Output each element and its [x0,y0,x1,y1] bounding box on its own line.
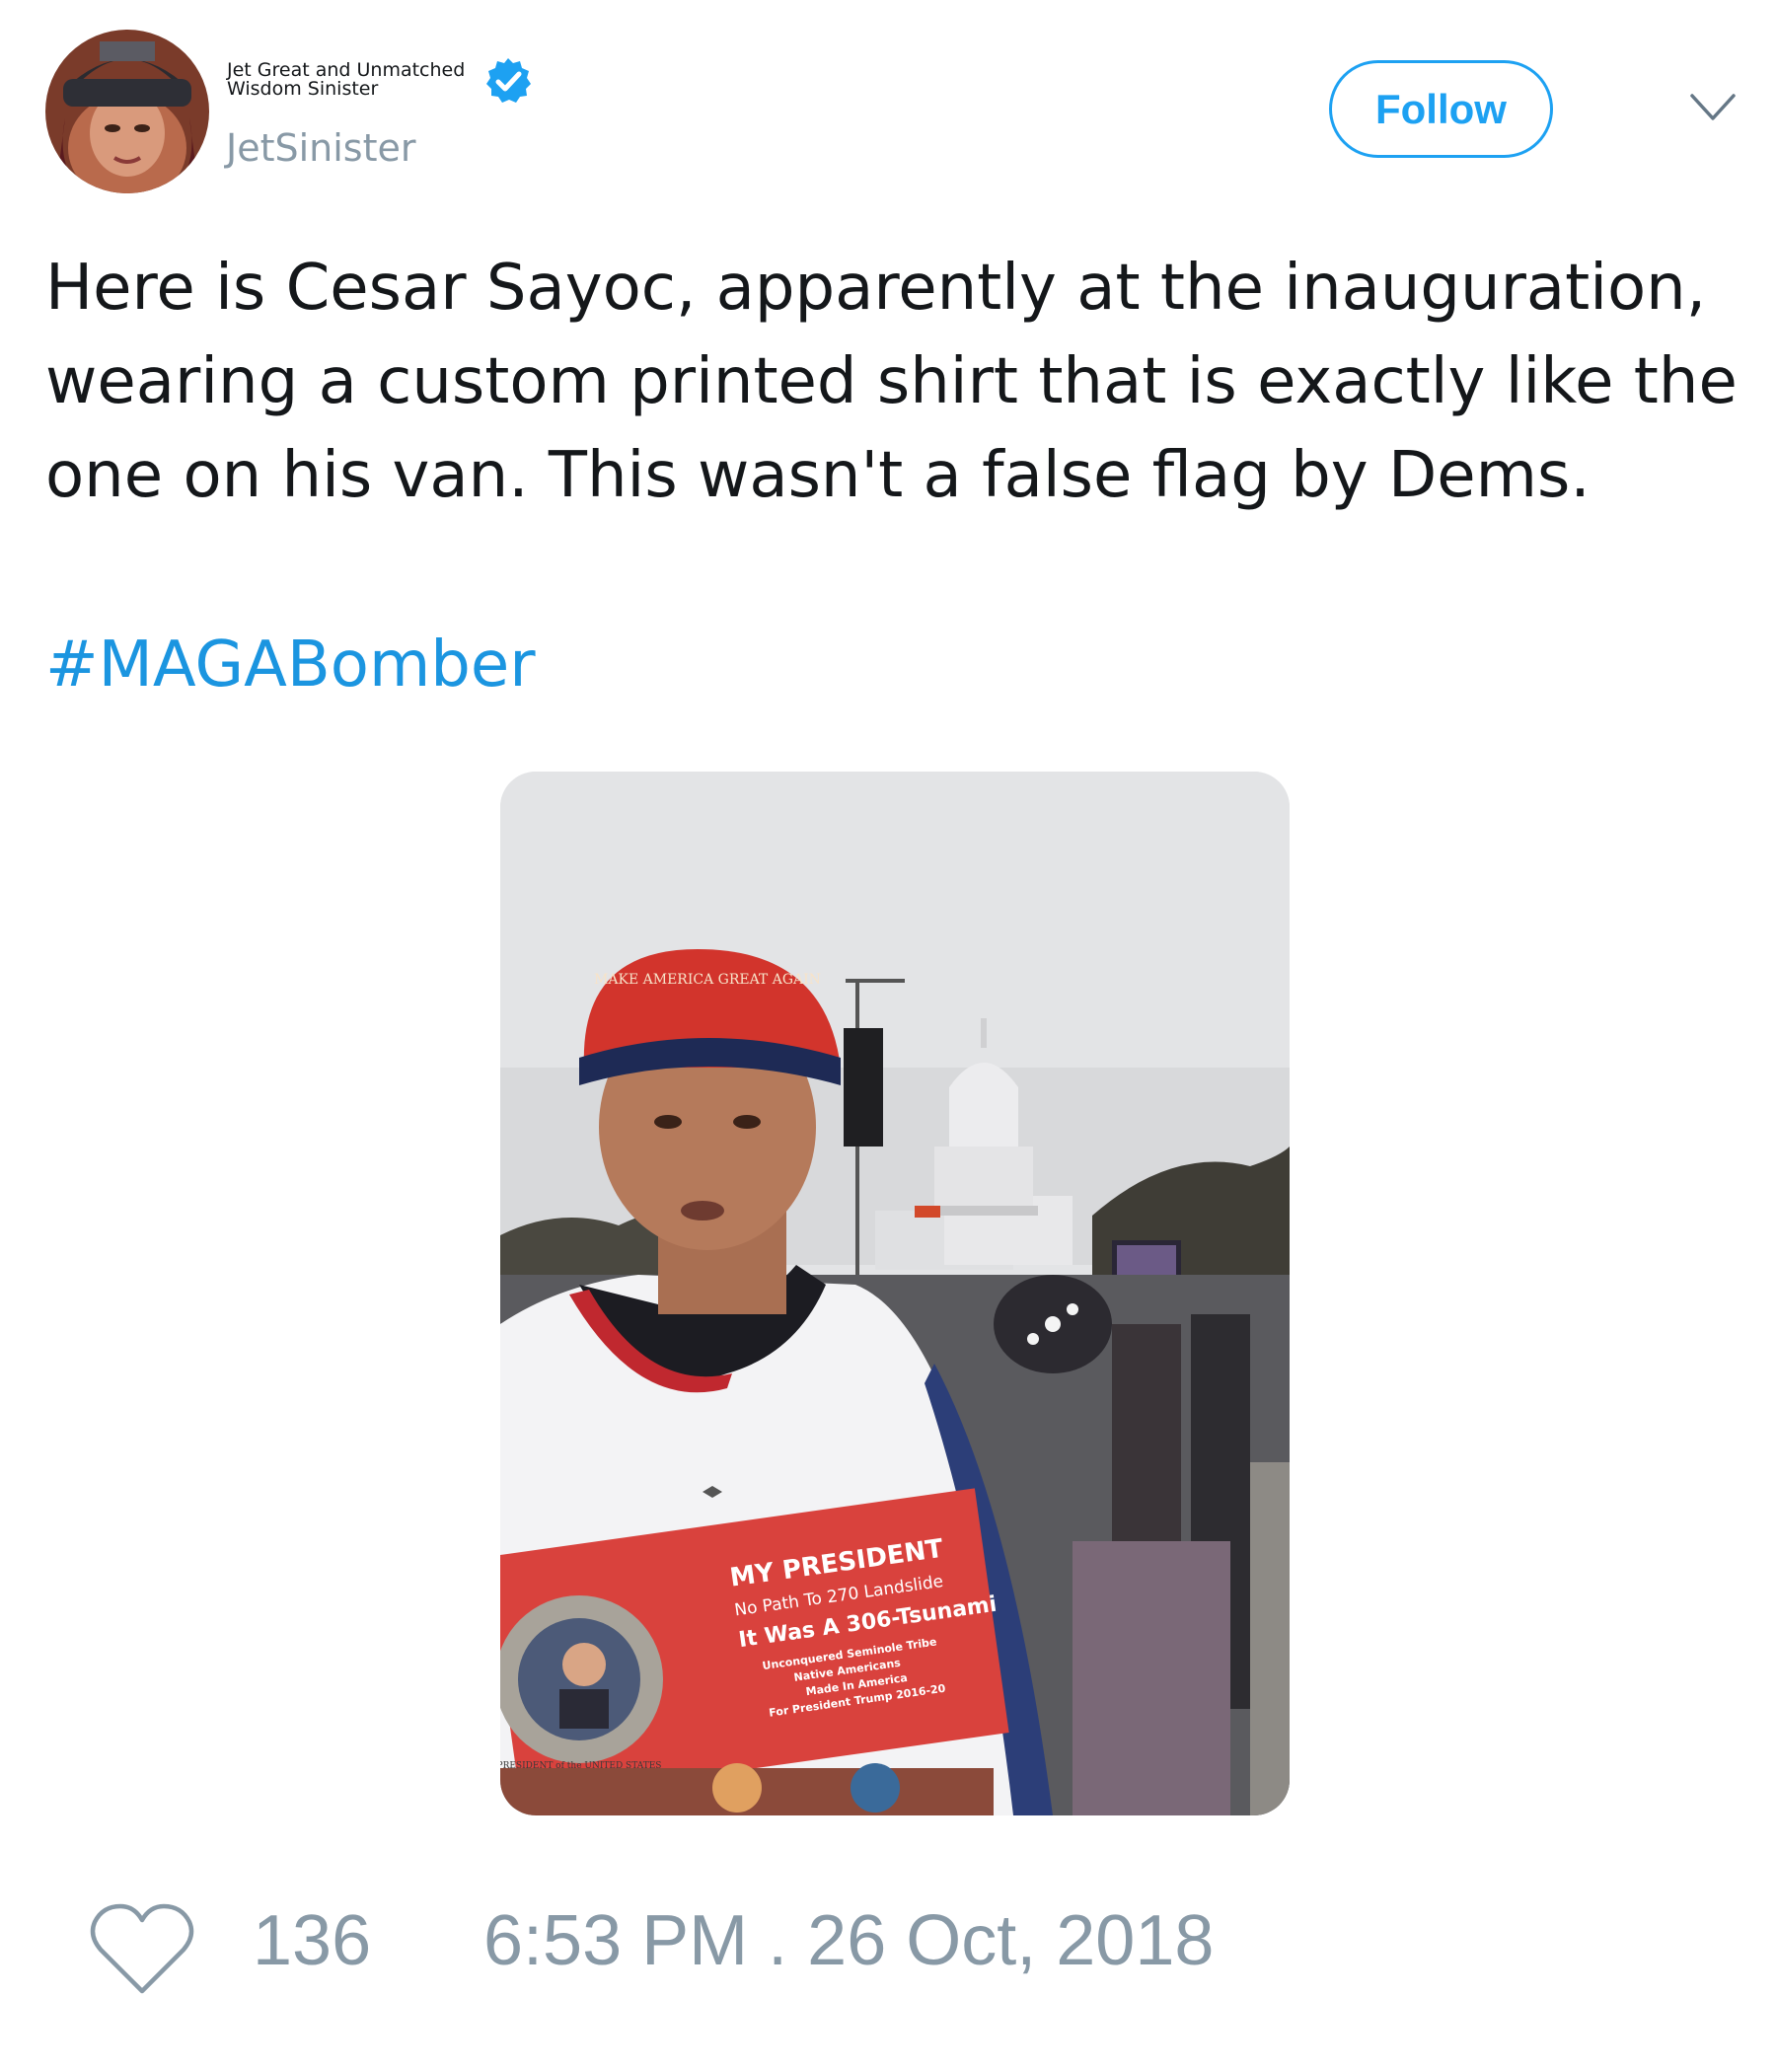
like-count: 136 [253,1901,372,1980]
inauguration-photo: MAKE AMERICA GREAT AGAIN MY PRESIDENT No… [500,772,1290,1815]
tweet-photo[interactable]: MAKE AMERICA GREAT AGAIN MY PRESIDENT No… [500,772,1290,1815]
chevron-down-icon[interactable] [1689,91,1737,124]
verified-badge-icon [486,58,531,103]
tweet-text: Here is Cesar Sayoc, apparently at the i… [45,252,1738,512]
follow-button[interactable]: Follow [1329,60,1553,158]
author-handle[interactable]: JetSinister [226,126,416,170]
avatar-photo [45,30,209,193]
hashtag-link[interactable]: #MAGABomber [45,619,536,712]
avatar[interactable] [45,30,209,193]
author-display-name[interactable]: Jet Great and Unmatched Wisdom Sinister [227,61,474,99]
tweet-timestamp[interactable]: 6:53 PM . 26 Oct, 2018 [483,1900,1214,1981]
heart-icon[interactable] [89,1902,195,1997]
hat-text: MAKE AMERICA GREAT AGAIN [594,972,821,988]
